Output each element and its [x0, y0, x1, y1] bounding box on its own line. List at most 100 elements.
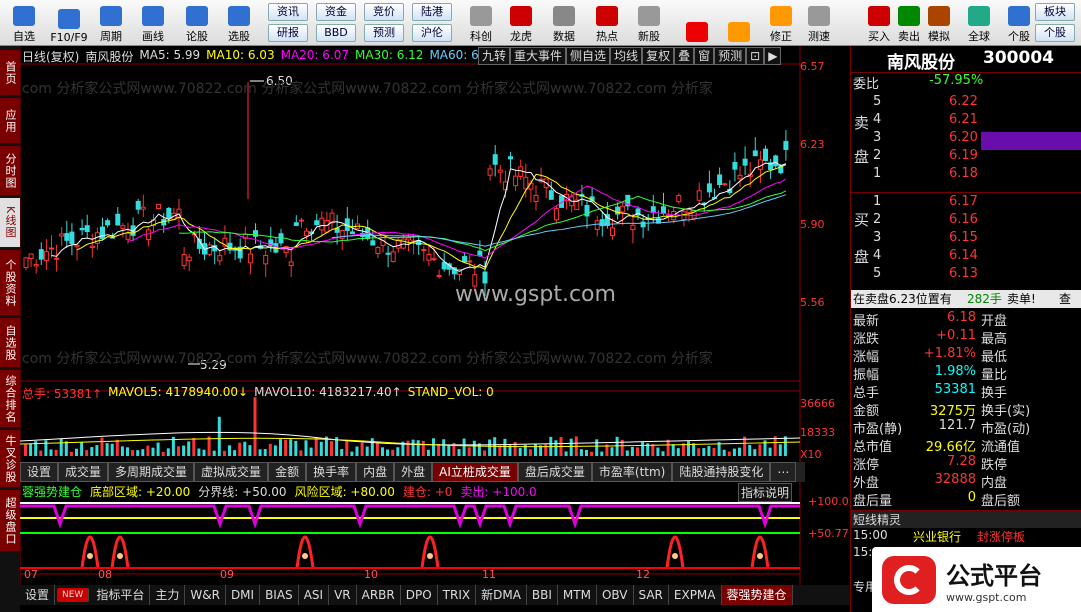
- chart-top-button[interactable]: ⊡: [746, 47, 765, 65]
- bid-row[interactable]: 2 6.16: [851, 212, 1081, 230]
- toolbar-small-button[interactable]: 资讯: [268, 3, 308, 21]
- toolbar-科创-button[interactable]: 科创: [462, 2, 500, 44]
- bid-row[interactable]: 5 6.13: [851, 266, 1081, 284]
- toolbar-back-arrow-button[interactable]: [720, 2, 758, 44]
- short-elf-row[interactable]: 15:00 兴业银行 封涨停板: [851, 528, 1081, 546]
- indicator-tab[interactable]: 蓉强势建仓: [721, 585, 793, 605]
- leftnav-item[interactable]: 个股资料: [0, 250, 20, 316]
- chart-top-button[interactable]: 重大事件: [510, 47, 567, 65]
- indicator-tab[interactable]: ARBR: [357, 585, 401, 605]
- volume-tab[interactable]: ⋯: [770, 462, 797, 482]
- volume-tab[interactable]: 虚拟成交量: [194, 462, 269, 482]
- leftnav-item[interactable]: K线图: [0, 198, 20, 248]
- toolbar-small-button[interactable]: 竞价: [364, 3, 404, 21]
- short-elf-title[interactable]: 短线精灵: [853, 511, 901, 528]
- volume-tab[interactable]: 多周期成交量: [108, 462, 195, 482]
- chart-top-button[interactable]: 复权: [642, 47, 675, 65]
- toolbar-right-button[interactable]: 板块: [1035, 3, 1075, 21]
- big-order-link[interactable]: 查: [1059, 290, 1071, 307]
- indicator-tab[interactable]: MTM: [558, 585, 597, 605]
- toolbar-画线-button[interactable]: 画线: [134, 2, 172, 44]
- bid-row[interactable]: 4 6.14: [851, 248, 1081, 266]
- bid-row[interactable]: 3 6.15: [851, 230, 1081, 248]
- indicator-tab[interactable]: EXPMA: [669, 585, 722, 605]
- toolbar-新股-button[interactable]: 新股: [630, 2, 668, 44]
- chart-top-button[interactable]: 九转: [478, 47, 511, 65]
- toolbar-自选-button[interactable]: 自选: [5, 2, 43, 44]
- leftnav-item[interactable]: 牛叉诊股: [0, 430, 20, 488]
- bottom-zone-label: 底部区域: +20.00: [90, 485, 191, 499]
- indicator-tab[interactable]: W&R: [185, 585, 226, 605]
- chart-top-button[interactable]: ▶: [764, 47, 782, 65]
- indicator-tab[interactable]: OBV: [597, 585, 634, 605]
- indicator-tab[interactable]: 设置: [20, 585, 56, 605]
- indicator-tab[interactable]: TRIX: [438, 585, 477, 605]
- ask-row[interactable]: 4 6.21: [851, 112, 1081, 130]
- volume-tab[interactable]: 金额: [268, 462, 307, 482]
- weibi-value: -57.95%: [929, 73, 984, 88]
- indicator-tab[interactable]: 指标平台: [91, 585, 151, 605]
- toolbar-数据-button[interactable]: 数据: [545, 2, 583, 44]
- volume-tab[interactable]: 市盈率(ttm): [591, 462, 673, 482]
- volume-tab[interactable]: 陆股通持股变化: [672, 462, 771, 482]
- ask-level: 3: [873, 130, 882, 145]
- toolbar-测速-button[interactable]: 测速: [800, 2, 838, 44]
- toolbar-F10/F9-button[interactable]: F10/F9: [50, 2, 88, 44]
- volume-tab[interactable]: 换手率: [306, 462, 357, 482]
- indicator-tab[interactable]: ASI: [299, 585, 330, 605]
- toolbar-个股-button[interactable]: 个股: [1000, 2, 1038, 44]
- ask-row[interactable]: 2 6.19: [851, 148, 1081, 166]
- period-label[interactable]: 日线(复权): [22, 48, 79, 65]
- stat-value: 7.28: [947, 454, 976, 469]
- toolbar-周期-button[interactable]: 周期: [92, 2, 130, 44]
- leftnav-item[interactable]: 分时图: [0, 146, 20, 196]
- chart-top-button[interactable]: 叠: [674, 47, 695, 65]
- indicator-tab[interactable]: VR: [329, 585, 357, 605]
- bid-row[interactable]: 1 6.17: [851, 194, 1081, 212]
- toolbar-small-button[interactable]: 陆港: [412, 3, 452, 21]
- new-badge[interactable]: NEW: [57, 588, 90, 602]
- kline-chart[interactable]: [20, 46, 850, 586]
- indicator-tab[interactable]: 新DMA: [476, 585, 527, 605]
- indicator-tab[interactable]: BIAS: [260, 585, 299, 605]
- toolbar-论股-button[interactable]: 论股: [178, 2, 216, 44]
- ask-row[interactable]: 1 6.18: [851, 166, 1081, 184]
- leftnav-item[interactable]: 应用: [0, 98, 20, 144]
- chart-top-button[interactable]: 窗: [694, 47, 715, 65]
- toolbar-small-button[interactable]: BBD: [316, 24, 356, 42]
- indicator-tab[interactable]: DPO: [401, 585, 438, 605]
- indicator-tab[interactable]: BBI: [527, 585, 558, 605]
- toolbar-small-button[interactable]: 研报: [268, 24, 308, 42]
- chart-top-button[interactable]: 预测: [714, 47, 747, 65]
- toolbar-small-button[interactable]: 沪伦: [412, 24, 452, 42]
- volume-tab[interactable]: 盘后成交量: [517, 462, 592, 482]
- indicator-tab[interactable]: DMI: [226, 585, 261, 605]
- toolbar-color-squares-button[interactable]: [678, 2, 716, 44]
- leftnav-item[interactable]: 超级盘口: [0, 490, 20, 552]
- chart-top-button[interactable]: 均线: [610, 47, 643, 65]
- toolbar-热点-button[interactable]: 热点: [588, 2, 626, 44]
- leftnav-item[interactable]: 自选股: [0, 318, 20, 368]
- back-arrow-icon: [728, 22, 750, 42]
- chart-top-button[interactable]: 侧自选: [566, 47, 611, 65]
- toolbar-选股-button[interactable]: 选股: [220, 2, 258, 44]
- toolbar-small-button[interactable]: 资金: [316, 3, 356, 21]
- logo-text: 公式平台: [946, 561, 1042, 590]
- leftnav-item[interactable]: 综合排名: [0, 370, 20, 428]
- toolbar-small-button[interactable]: 预测: [364, 24, 404, 42]
- volume-tab[interactable]: 外盘: [394, 462, 433, 482]
- volume-tab[interactable]: 设置: [20, 462, 59, 482]
- toolbar-全球-button[interactable]: 全球: [960, 2, 998, 44]
- volume-tab[interactable]: 成交量: [58, 462, 109, 482]
- toolbar-修正-button[interactable]: 修正: [762, 2, 800, 44]
- volume-tab[interactable]: 内盘: [356, 462, 395, 482]
- leftnav-item[interactable]: 首页: [0, 50, 20, 96]
- toolbar-right-button[interactable]: 个股: [1035, 24, 1075, 42]
- ask-row[interactable]: 5 6.22: [851, 94, 1081, 112]
- indicator-tab[interactable]: SAR: [634, 585, 669, 605]
- indicator-help-button[interactable]: 指标说明: [738, 483, 793, 502]
- toolbar-龙虎-button[interactable]: 龙虎: [502, 2, 540, 44]
- indicator-tab[interactable]: 主力: [150, 585, 186, 605]
- toolbar-模拟-button[interactable]: 模拟: [920, 2, 958, 44]
- volume-tab[interactable]: AI立桩成交量: [432, 462, 518, 482]
